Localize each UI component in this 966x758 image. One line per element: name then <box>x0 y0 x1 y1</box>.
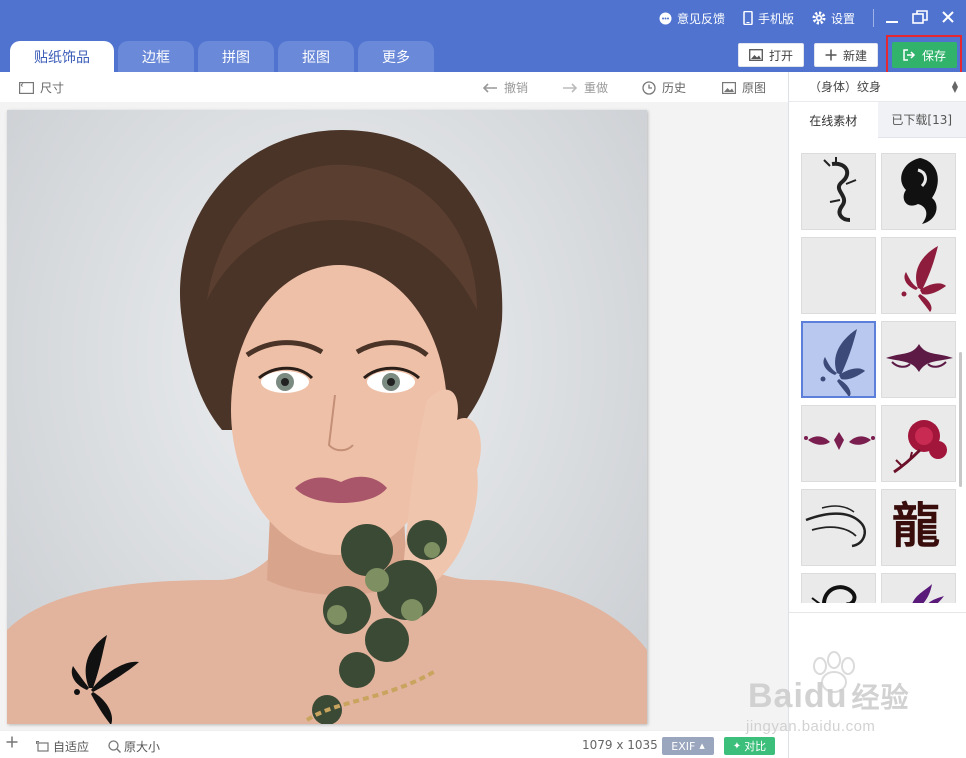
fit-label: 自适应 <box>53 740 90 754</box>
settings-label: 设置 <box>830 11 855 26</box>
phone-icon <box>743 11 753 25</box>
undo-label: 撤销 <box>504 81 529 95</box>
sticker-thumbnail[interactable] <box>801 237 876 314</box>
sparkle-icon: ✦ <box>732 740 742 752</box>
actual-size-label: 原大小 <box>124 740 161 754</box>
red-butterfly-tattoo-icon <box>901 246 946 312</box>
image-icon <box>749 49 763 61</box>
category-value: （身体）纹身 <box>809 80 882 94</box>
minimize-icon <box>885 10 899 27</box>
redo-arrow-icon <box>562 82 578 93</box>
plus-icon <box>6 736 18 751</box>
feedback-link[interactable]: 意见反馈 <box>659 10 725 27</box>
add-button[interactable] <box>6 736 18 751</box>
compare-label: 对比 <box>744 740 767 753</box>
category-select[interactable]: （身体）纹身 ▲ ▼ <box>789 72 966 102</box>
dragon-tattoo-icon <box>823 157 857 222</box>
sticker-grid: 龍 <box>801 153 959 603</box>
history-label: 历史 <box>662 81 687 95</box>
settings-link[interactable]: 设置 <box>812 10 855 27</box>
gear-icon <box>812 11 826 25</box>
history-button[interactable]: 历史 <box>642 79 686 96</box>
open-button[interactable]: 打开 <box>738 43 805 67</box>
restore-icon <box>912 9 928 27</box>
tab-cutout[interactable]: 抠图 <box>278 41 354 72</box>
sticker-thumbnail[interactable] <box>801 405 876 482</box>
blue-butterfly-tattoo-icon <box>820 329 865 396</box>
rose-tattoo-icon <box>893 420 947 474</box>
sticker-thumbnail[interactable] <box>801 573 876 603</box>
image-dimensions: 1079 x 1035 <box>582 738 658 752</box>
zoom-icon <box>108 740 121 753</box>
sticker-thumbnail[interactable]: 龍 <box>881 489 956 566</box>
sticker-thumbnail[interactable] <box>801 489 876 566</box>
new-label: 新建 <box>843 48 868 63</box>
picture-icon <box>722 81 736 94</box>
exif-label: EXIF <box>671 739 696 753</box>
close-icon <box>941 10 955 27</box>
clock-icon <box>642 80 656 95</box>
compare-button[interactable]: ✦ 对比 <box>724 737 775 755</box>
redo-button[interactable]: 重做 <box>562 79 608 96</box>
dragon-character-label: 龍 <box>892 498 941 554</box>
panel-tabs: 在线素材 已下载[13] <box>789 102 966 138</box>
portrait-illustration <box>7 130 647 724</box>
scorpion-tattoo-icon <box>811 585 857 603</box>
sticker-thumbnail[interactable] <box>801 153 876 230</box>
caret-up-icon: ▲ <box>699 742 705 750</box>
open-label: 打开 <box>769 48 794 63</box>
mobile-label: 手机版 <box>757 11 794 26</box>
original-button[interactable]: 原图 <box>722 79 766 96</box>
tribal-ornament-tattoo-icon <box>804 432 875 450</box>
purple-flame-tattoo-icon <box>912 584 944 603</box>
size-button[interactable]: 尺寸 <box>19 79 64 96</box>
tab-more[interactable]: 更多 <box>358 41 434 72</box>
resize-icon <box>19 81 34 94</box>
exif-button[interactable]: EXIF ▲ <box>662 737 714 755</box>
status-bar: 自适应 原大小 1079 x 1035 EXIF ▲ ✦ 对比 <box>0 730 788 758</box>
restore-button[interactable] <box>910 8 930 28</box>
sticker-panel: （身体）纹身 ▲ ▼ 在线素材 已下载[13] 龍 <box>788 72 966 758</box>
tab-online-materials[interactable]: 在线素材 <box>789 102 878 138</box>
undo-arrow-icon <box>482 82 498 93</box>
new-button[interactable]: 新建 <box>814 43 879 67</box>
fit-icon <box>36 740 50 753</box>
main-tabs: 贴纸饰品 边框 拼图 抠图 更多 <box>10 41 438 72</box>
sticker-thumbnail[interactable] <box>881 405 956 482</box>
tab-borders[interactable]: 边框 <box>118 41 194 72</box>
sticker-thumbnail[interactable] <box>881 237 956 314</box>
sticker-thumbnail[interactable] <box>881 573 956 603</box>
sticker-thumbnail[interactable] <box>881 321 956 398</box>
close-button[interactable] <box>938 8 958 28</box>
updown-arrow-icon: ▲ ▼ <box>951 79 958 94</box>
mobile-link[interactable]: 手机版 <box>743 10 794 27</box>
undo-button[interactable]: 撤销 <box>482 79 528 96</box>
minimize-button[interactable] <box>882 8 902 28</box>
tribal-dragon-tattoo-icon <box>901 158 938 224</box>
panel-scrollbar[interactable] <box>959 352 962 487</box>
chat-bubble-icon <box>659 12 672 25</box>
canvas-area <box>0 102 788 730</box>
fit-button[interactable]: 自适应 <box>36 738 89 755</box>
toolbar: 尺寸 撤销 重做 历史 原图 <box>0 72 788 102</box>
swirl-tattoo-icon <box>805 505 866 548</box>
divider <box>789 612 966 613</box>
redo-label: 重做 <box>584 81 609 95</box>
size-label: 尺寸 <box>40 81 65 95</box>
highlight-box <box>886 35 962 76</box>
top-menu: 意见反馈 手机版 设置 <box>641 8 958 28</box>
feedback-label: 意见反馈 <box>676 11 725 26</box>
portrait-photo[interactable] <box>7 110 647 724</box>
divider <box>873 9 874 27</box>
tab-stickers[interactable]: 贴纸饰品 <box>10 41 114 72</box>
tab-downloaded[interactable]: 已下载[13] <box>877 102 966 138</box>
original-label: 原图 <box>742 81 767 95</box>
sticker-thumbnail-selected[interactable] <box>801 321 876 398</box>
actual-size-button[interactable]: 原大小 <box>108 738 160 755</box>
plus-icon <box>825 49 837 61</box>
tribal-band-tattoo-icon <box>886 344 953 372</box>
sticker-thumbnail[interactable] <box>881 153 956 230</box>
tab-collage[interactable]: 拼图 <box>198 41 274 72</box>
empty-thumbnail <box>802 238 876 314</box>
